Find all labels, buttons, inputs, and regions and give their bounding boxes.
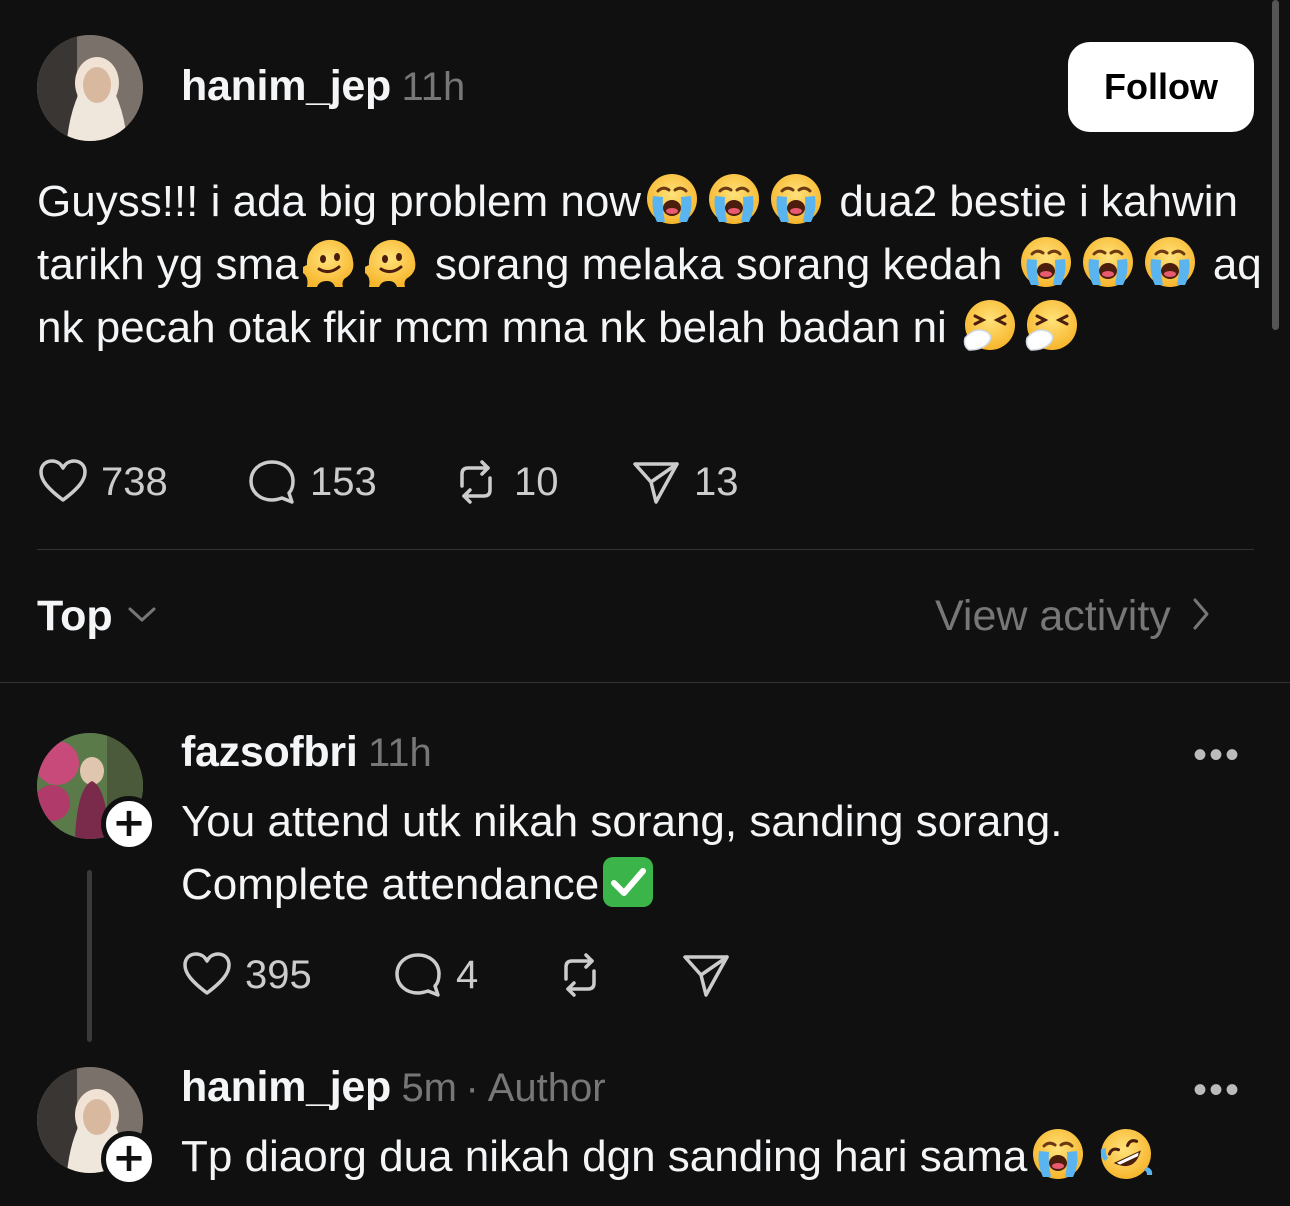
repost-icon: [554, 949, 606, 1001]
comment-icon: [392, 949, 444, 1001]
like-button[interactable]: 395: [181, 949, 312, 1001]
view-activity-label: View activity: [935, 592, 1171, 640]
comment-count: 4: [456, 952, 479, 997]
sort-dropdown[interactable]: Top: [37, 592, 157, 641]
follow-plus-button[interactable]: +: [101, 796, 157, 852]
repost-icon: [450, 456, 502, 508]
loudly-crying-face-emoji: [769, 172, 823, 226]
loudly-crying-face-emoji: [645, 172, 699, 226]
post-text-segment: Guyss!!! i ada big problem now: [37, 177, 642, 226]
divider: [37, 549, 1254, 550]
loudly-crying-face-emoji: [1143, 235, 1197, 289]
repost-button[interactable]: [554, 949, 606, 1001]
follow-plus-button[interactable]: +: [101, 1131, 157, 1187]
share-button[interactable]: [680, 949, 732, 1001]
reply-text-line: You attend utk nikah sorang, sanding sor…: [181, 797, 1063, 846]
share-count: 13: [694, 459, 739, 504]
sort-label: Top: [37, 592, 113, 640]
view-activity-link[interactable]: View activity: [935, 592, 1211, 641]
share-icon: [630, 456, 682, 508]
heart-icon: [181, 949, 233, 1001]
loudly-crying-face-emoji: [1019, 235, 1073, 289]
comment-button[interactable]: 153: [246, 456, 377, 508]
chevron-right-icon: [1191, 597, 1211, 636]
reply-username[interactable]: hanim_jep: [181, 1063, 391, 1111]
like-count: 738: [101, 459, 168, 504]
like-button[interactable]: 738: [37, 456, 168, 508]
divider: [0, 682, 1290, 683]
melting-face-emoji: [303, 235, 357, 289]
repost-button[interactable]: 10: [450, 456, 559, 508]
chevron-down-icon: [127, 604, 157, 629]
scrollbar[interactable]: [1272, 0, 1279, 330]
loudly-crying-face-emoji: [1081, 235, 1135, 289]
loudly-crying-face-emoji: [707, 172, 761, 226]
post-time: 11h: [401, 65, 466, 109]
repost-count: 10: [514, 459, 559, 504]
reply-text-line: Tp diaorg dua nikah dgn sanding hari sam…: [181, 1132, 1028, 1181]
follow-button[interactable]: Follow: [1068, 42, 1254, 132]
reply-body: Tp diaorg dua nikah dgn sanding hari sam…: [181, 1125, 1241, 1188]
sneezing-face-emoji: [1025, 298, 1079, 352]
avatar[interactable]: [37, 35, 143, 141]
heart-icon: [37, 456, 89, 508]
comment-button[interactable]: 4: [392, 949, 478, 1001]
reply-username[interactable]: fazsofbri: [181, 728, 358, 776]
share-button[interactable]: 13: [630, 456, 739, 508]
comment-count: 153: [310, 459, 377, 504]
share-icon: [680, 949, 732, 1001]
author-tag: · Author: [465, 1066, 606, 1110]
reply-time: 11h: [367, 731, 432, 775]
more-options-icon[interactable]: •••: [1193, 1068, 1241, 1113]
comment-icon: [246, 456, 298, 508]
post-body: Guyss!!! i ada big problem now dua2 best…: [37, 170, 1262, 359]
thread-line: [87, 870, 92, 1042]
melting-face-emoji: [365, 235, 419, 289]
sneezing-face-emoji: [963, 298, 1017, 352]
rolling-on-the-floor-laughing-emoji: [1099, 1127, 1153, 1181]
reply-body: You attend utk nikah sorang, sanding sor…: [181, 790, 1241, 916]
post-username[interactable]: hanim_jep: [181, 62, 391, 110]
more-options-icon[interactable]: •••: [1193, 733, 1241, 778]
reply-time: 5m: [401, 1066, 458, 1110]
check-mark-button-emoji: [601, 855, 655, 909]
reply-text-line: Complete attendance: [181, 860, 600, 909]
post-text-segment: sorang melaka sorang kedah: [434, 240, 1003, 289]
loudly-crying-face-emoji: [1031, 1127, 1085, 1181]
like-count: 395: [245, 952, 312, 997]
